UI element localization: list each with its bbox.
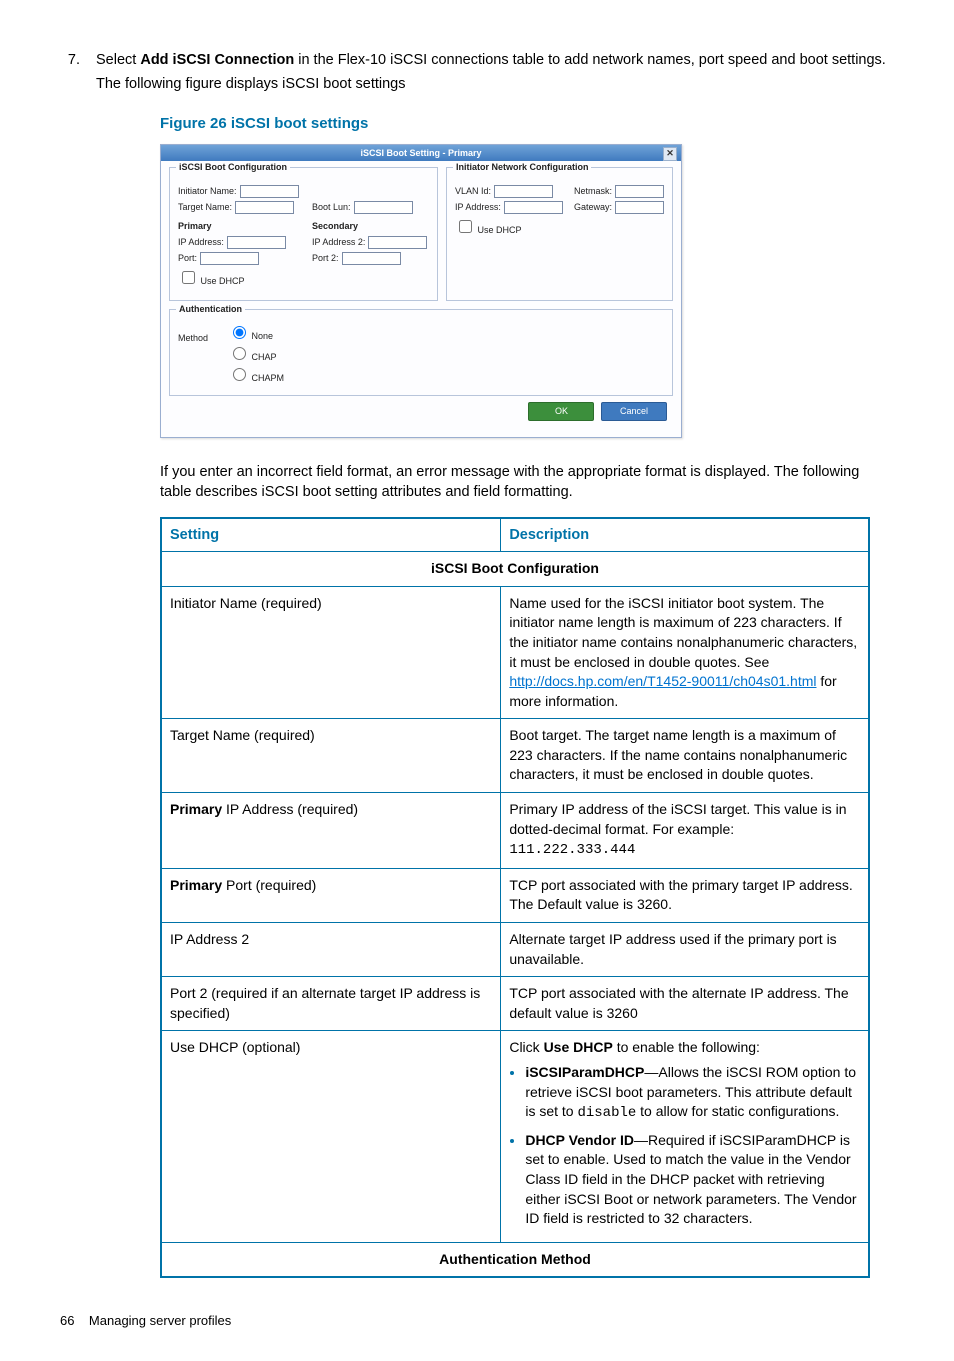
netmask-field: Netmask:: [574, 185, 664, 198]
vlan-id-field: VLAN Id:: [455, 185, 560, 198]
auth-method-radios: None CHAP CHAPM: [228, 322, 284, 385]
figure-title: Figure 26 iSCSI boot settings: [160, 113, 894, 134]
footer-title: Managing server profiles: [89, 1313, 231, 1328]
table-row: Primary IP Address (required) Primary IP…: [161, 793, 869, 869]
panel-legend: iSCSI Boot Configuration: [176, 161, 290, 174]
panel-legend: Initiator Network Configuration: [453, 161, 592, 174]
radio-none[interactable]: None: [228, 323, 284, 343]
port-2-input[interactable]: [342, 252, 401, 265]
panel-legend: Authentication: [176, 303, 245, 316]
authentication-panel: Authentication Method None CHAP CHAPM: [169, 309, 673, 396]
page-footer: 66 Managing server profiles: [60, 1312, 894, 1330]
settings-table: Setting Description iSCSI Boot Configura…: [160, 517, 870, 1279]
dialog-titlebar: iSCSI Boot Setting - Primary ✕: [161, 145, 681, 162]
network-config-panel: Initiator Network Configuration VLAN Id:…: [446, 167, 673, 301]
step-line2: The following figure displays iSCSI boot…: [96, 74, 894, 94]
ip-address-2-field: IP Address 2:: [312, 236, 427, 249]
cell-setting: Primary IP Address (required): [161, 793, 501, 869]
use-dhcp-boot[interactable]: Use DHCP: [178, 268, 245, 288]
secondary-label: Secondary: [312, 220, 358, 233]
use-dhcp-net-checkbox[interactable]: [459, 220, 472, 233]
table-row: Target Name (required) Boot target. The …: [161, 719, 869, 793]
table-row: IP Address 2 Alternate target IP address…: [161, 923, 869, 977]
cell-setting: Port 2 (required if an alternate target …: [161, 977, 501, 1031]
th-setting: Setting: [161, 518, 501, 552]
cell-setting: Initiator Name (required): [161, 586, 501, 719]
ip-address-2-input[interactable]: [368, 236, 427, 249]
section-boot-config: iSCSI Boot Configuration: [161, 552, 869, 587]
step-7: Select Add iSCSI Connection in the Flex-…: [84, 50, 894, 95]
boot-config-panel: iSCSI Boot Configuration Initiator Name:…: [169, 167, 438, 301]
cell-desc: TCP port associated with the alternate I…: [501, 977, 869, 1031]
table-row: Initiator Name (required) Name used for …: [161, 586, 869, 719]
cell-setting: Target Name (required): [161, 719, 501, 793]
cell-setting: Use DHCP (optional): [161, 1031, 501, 1242]
text: in the Flex-10 iSCSI connections table t…: [294, 52, 886, 68]
cell-desc: Boot target. The target name length is a…: [501, 719, 869, 793]
list-item: DHCP Vendor ID—Required if iSCSIParamDHC…: [525, 1130, 860, 1229]
step-lead: Select Add iSCSI Connection in the Flex-…: [96, 52, 886, 68]
ok-button[interactable]: OK: [528, 402, 594, 421]
target-name-field: Target Name:: [178, 201, 298, 214]
cell-desc: Alternate target IP address used if the …: [501, 923, 869, 977]
cell-desc: Click Use DHCP to enable the following: …: [501, 1031, 869, 1242]
radio-chap[interactable]: CHAP: [228, 344, 284, 364]
gateway-field: Gateway:: [574, 201, 664, 214]
table-row: Primary Port (required) TCP port associa…: [161, 868, 869, 922]
text: Select: [96, 52, 140, 68]
port-2-field: Port 2:: [312, 252, 401, 265]
boot-lun-input[interactable]: [354, 201, 413, 214]
target-name-input[interactable]: [235, 201, 294, 214]
para-after-dialog: If you enter an incorrect field format, …: [160, 462, 894, 503]
vlan-id-input[interactable]: [494, 185, 553, 198]
primary-label: Primary: [178, 220, 298, 233]
netmask-input[interactable]: [615, 185, 664, 198]
radio-chapm[interactable]: CHAPM: [228, 365, 284, 385]
cell-desc: Primary IP address of the iSCSI target. …: [501, 793, 869, 869]
primary-port-field: Port:: [178, 252, 298, 265]
primary-ip-input[interactable]: [227, 236, 286, 249]
method-label: Method: [178, 332, 208, 345]
add-iscsi-connection-bold: Add iSCSI Connection: [140, 52, 294, 68]
net-ip-input[interactable]: [504, 201, 563, 214]
use-dhcp-net[interactable]: Use DHCP: [455, 217, 522, 237]
docs-hp-link[interactable]: http://docs.hp.com/en/T1452-90011/ch04s0…: [509, 673, 816, 689]
primary-port-input[interactable]: [200, 252, 259, 265]
gateway-input[interactable]: [615, 201, 664, 214]
iscsi-boot-dialog: iSCSI Boot Setting - Primary ✕ iSCSI Boo…: [160, 144, 682, 438]
cell-setting: Primary Port (required): [161, 868, 501, 922]
th-description: Description: [501, 518, 869, 552]
use-dhcp-boot-checkbox[interactable]: [182, 271, 195, 284]
page-number: 66: [60, 1313, 74, 1328]
table-row: Use DHCP (optional) Click Use DHCP to en…: [161, 1031, 869, 1242]
cell-setting: IP Address 2: [161, 923, 501, 977]
initiator-name-field: Initiator Name:: [178, 185, 299, 198]
close-icon[interactable]: ✕: [663, 147, 677, 161]
initiator-name-input[interactable]: [240, 185, 299, 198]
list-item: iSCSIParamDHCP—Allows the iSCSI ROM opti…: [525, 1062, 860, 1124]
net-ip-field: IP Address:: [455, 201, 560, 214]
dialog-title-text: iSCSI Boot Setting - Primary: [360, 148, 481, 158]
cell-desc: Name used for the iSCSI initiator boot s…: [501, 586, 869, 719]
dialog-footer: OK Cancel: [169, 396, 673, 427]
primary-ip-field: IP Address:: [178, 236, 298, 249]
cell-desc: TCP port associated with the primary tar…: [501, 868, 869, 922]
section-auth-method: Authentication Method: [161, 1242, 869, 1277]
table-row: Port 2 (required if an alternate target …: [161, 977, 869, 1031]
cancel-button[interactable]: Cancel: [601, 402, 667, 421]
